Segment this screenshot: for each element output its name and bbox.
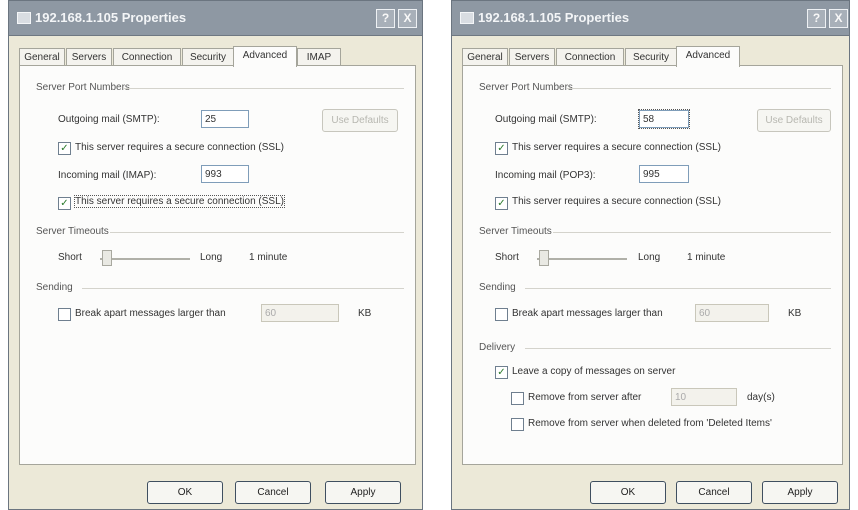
apply-button[interactable]: Apply bbox=[325, 481, 401, 504]
leave-copy-label: Leave a copy of messages on server bbox=[512, 366, 676, 377]
tab-security[interactable]: Security bbox=[625, 48, 677, 66]
tab-servers[interactable]: Servers bbox=[509, 48, 555, 66]
group-server-timeouts: Server Timeouts bbox=[36, 226, 109, 237]
tab-security[interactable]: Security bbox=[182, 48, 234, 66]
outgoing-mail-label: Outgoing mail (SMTP): bbox=[58, 114, 160, 125]
timeout-long-label: Long bbox=[638, 252, 661, 263]
tab-advanced[interactable]: Advanced bbox=[676, 46, 740, 67]
timeout-short-label: Short bbox=[58, 252, 82, 263]
ssl-outgoing-checkbox[interactable]: ✓ bbox=[58, 142, 71, 155]
timeout-slider[interactable] bbox=[539, 250, 549, 266]
outgoing-port-input[interactable]: 58 bbox=[638, 109, 690, 129]
tab-connection[interactable]: Connection bbox=[556, 48, 624, 66]
use-defaults-button[interactable]: Use Defaults bbox=[322, 109, 398, 132]
group-divider bbox=[525, 288, 831, 289]
timeout-value: 1 minute bbox=[687, 252, 726, 263]
incoming-port-input[interactable]: 993 bbox=[201, 165, 249, 183]
tab-general[interactable]: General bbox=[19, 48, 65, 66]
tab-general[interactable]: General bbox=[462, 48, 508, 66]
ssl-incoming-label: This server requires a secure connection… bbox=[74, 195, 285, 208]
help-button[interactable]: ? bbox=[376, 9, 395, 28]
cancel-button[interactable]: Cancel bbox=[235, 481, 311, 504]
tab-servers[interactable]: Servers bbox=[66, 48, 112, 66]
remove-deleted-checkbox[interactable] bbox=[511, 418, 524, 431]
ssl-incoming-checkbox[interactable]: ✓ bbox=[495, 197, 508, 210]
help-button[interactable]: ? bbox=[807, 9, 826, 28]
break-apart-checkbox[interactable] bbox=[58, 308, 71, 321]
break-apart-label: Break apart messages larger than bbox=[512, 308, 663, 319]
ssl-outgoing-checkbox[interactable]: ✓ bbox=[495, 142, 508, 155]
break-apart-size-input[interactable]: 60 bbox=[695, 304, 769, 322]
timeout-slider-track bbox=[537, 258, 627, 260]
timeout-short-label: Short bbox=[495, 252, 519, 263]
group-divider bbox=[110, 232, 404, 233]
ssl-incoming-label: This server requires a secure connection… bbox=[512, 196, 721, 207]
incoming-mail-label: Incoming mail (POP3): bbox=[495, 170, 596, 181]
leave-copy-checkbox[interactable]: ✓ bbox=[495, 366, 508, 379]
properties-dialog-imap: 192.168.1.105 Properties ? X General Ser… bbox=[8, 0, 423, 510]
group-sending: Sending bbox=[479, 282, 516, 293]
network-icon bbox=[460, 12, 474, 24]
ssl-incoming-checkbox[interactable]: ✓ bbox=[58, 197, 71, 210]
ok-button[interactable]: OK bbox=[590, 481, 666, 504]
cancel-button[interactable]: Cancel bbox=[676, 481, 752, 504]
group-server-port-numbers: Server Port Numbers bbox=[479, 82, 573, 93]
incoming-port-input[interactable]: 995 bbox=[639, 165, 689, 183]
timeout-slider-track bbox=[100, 258, 190, 260]
timeout-slider[interactable] bbox=[102, 250, 112, 266]
group-server-port-numbers: Server Port Numbers bbox=[36, 82, 130, 93]
group-divider bbox=[553, 232, 831, 233]
tab-advanced[interactable]: Advanced bbox=[233, 46, 297, 67]
title-bar: 192.168.1.105 Properties ? X bbox=[9, 1, 422, 36]
group-divider bbox=[567, 88, 831, 89]
ok-button[interactable]: OK bbox=[147, 481, 223, 504]
break-apart-size-input[interactable]: 60 bbox=[261, 304, 339, 322]
group-divider bbox=[525, 348, 831, 349]
advanced-panel: Server Port Numbers Outgoing mail (SMTP)… bbox=[462, 65, 843, 465]
group-delivery: Delivery bbox=[479, 342, 516, 353]
incoming-mail-label: Incoming mail (IMAP): bbox=[58, 170, 157, 181]
break-apart-label: Break apart messages larger than bbox=[75, 308, 226, 319]
remove-after-days-input[interactable]: 10 bbox=[671, 388, 737, 406]
remove-deleted-label: Remove from server when deleted from 'De… bbox=[528, 418, 772, 429]
group-server-timeouts: Server Timeouts bbox=[479, 226, 552, 237]
outgoing-mail-label: Outgoing mail (SMTP): bbox=[495, 114, 597, 125]
close-button[interactable]: X bbox=[398, 9, 417, 28]
dialog-title: 192.168.1.105 Properties bbox=[478, 10, 630, 25]
close-button[interactable]: X bbox=[829, 9, 848, 28]
group-divider bbox=[124, 88, 404, 89]
group-divider bbox=[82, 288, 404, 289]
properties-dialog-pop3: 192.168.1.105 Properties ? X General Ser… bbox=[451, 0, 850, 510]
ssl-outgoing-label: This server requires a secure connection… bbox=[512, 142, 721, 153]
kb-label: KB bbox=[358, 308, 372, 319]
kb-label: KB bbox=[788, 308, 802, 319]
network-icon bbox=[17, 12, 31, 24]
outgoing-port-input[interactable]: 25 bbox=[201, 110, 249, 128]
advanced-panel: Server Port Numbers Outgoing mail (SMTP)… bbox=[19, 65, 416, 465]
days-label: day(s) bbox=[747, 392, 775, 403]
ssl-outgoing-label: This server requires a secure connection… bbox=[75, 142, 284, 153]
tab-connection[interactable]: Connection bbox=[113, 48, 181, 66]
break-apart-checkbox[interactable] bbox=[495, 308, 508, 321]
tab-imap[interactable]: IMAP bbox=[297, 48, 341, 66]
group-sending: Sending bbox=[36, 282, 73, 293]
remove-after-checkbox[interactable] bbox=[511, 392, 524, 405]
dialog-title: 192.168.1.105 Properties bbox=[35, 10, 187, 25]
title-bar: 192.168.1.105 Properties ? X bbox=[452, 1, 849, 36]
apply-button[interactable]: Apply bbox=[762, 481, 838, 504]
timeout-long-label: Long bbox=[200, 252, 223, 263]
remove-after-label: Remove from server after bbox=[528, 392, 642, 403]
use-defaults-button[interactable]: Use Defaults bbox=[757, 109, 831, 132]
timeout-value: 1 minute bbox=[249, 252, 288, 263]
